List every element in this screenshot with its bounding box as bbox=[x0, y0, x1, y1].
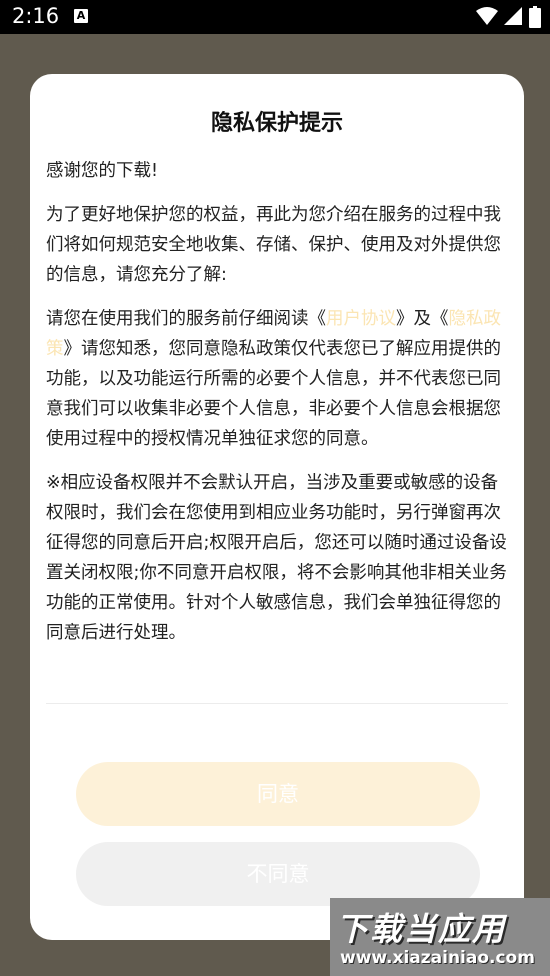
thanks-paragraph: 感谢您的下载! bbox=[46, 161, 159, 181]
agreement-prefix: 请您在使用我们的服务前仔细阅读《 bbox=[46, 309, 326, 329]
status-time: 2:16 bbox=[12, 4, 60, 28]
intro-paragraph: 为了更好地保护您的权益，再此为您介绍在服务的过程中我们将如何规范安全地收集、存储… bbox=[46, 205, 501, 285]
wifi-icon bbox=[476, 7, 498, 25]
watermark-url: www.xiazainiao.com bbox=[340, 948, 535, 968]
permissions-paragraph: ※相应设备权限并不会默认开启，当涉及重要或敏感的设备权限时，我们会在您使用到相应… bbox=[46, 473, 507, 643]
status-bar: 2:16 A bbox=[0, 0, 550, 34]
agreement-paragraph: 请您在使用我们的服务前仔细阅读《用户协议》及《隐私政策》请您知悉，您同意隐私政策… bbox=[46, 304, 510, 454]
dialog-title: 隐私保护提示 bbox=[210, 111, 343, 136]
agreement-middle: 》及《 bbox=[396, 309, 449, 329]
signal-icon bbox=[504, 7, 522, 25]
privacy-dialog: 隐私保护提示 感谢您的下载! 为了更好地保护您的权益，再此为您介绍在服务的过程中… bbox=[30, 74, 524, 940]
battery-icon bbox=[529, 6, 541, 28]
user-agreement-link[interactable]: 用户协议 bbox=[326, 309, 396, 329]
watermark-brand: 下载当应用 bbox=[336, 910, 507, 948]
divider bbox=[46, 703, 508, 704]
disagree-button[interactable]: 不同意 bbox=[76, 842, 480, 906]
dialog-content: 感谢您的下载! 为了更好地保护您的权益，再此为您介绍在服务的过程中我们将如何规范… bbox=[46, 156, 510, 662]
notification-icon: A bbox=[74, 9, 88, 23]
watermark-logo: 下载当应用 www.xiazainiao.com bbox=[330, 898, 550, 976]
agreement-suffix: 》请您知悉，您同意隐私政策仅代表您已了解应用提供的功能，以及功能运行所需的必要个… bbox=[46, 339, 501, 449]
agree-button[interactable]: 同意 bbox=[76, 762, 480, 826]
